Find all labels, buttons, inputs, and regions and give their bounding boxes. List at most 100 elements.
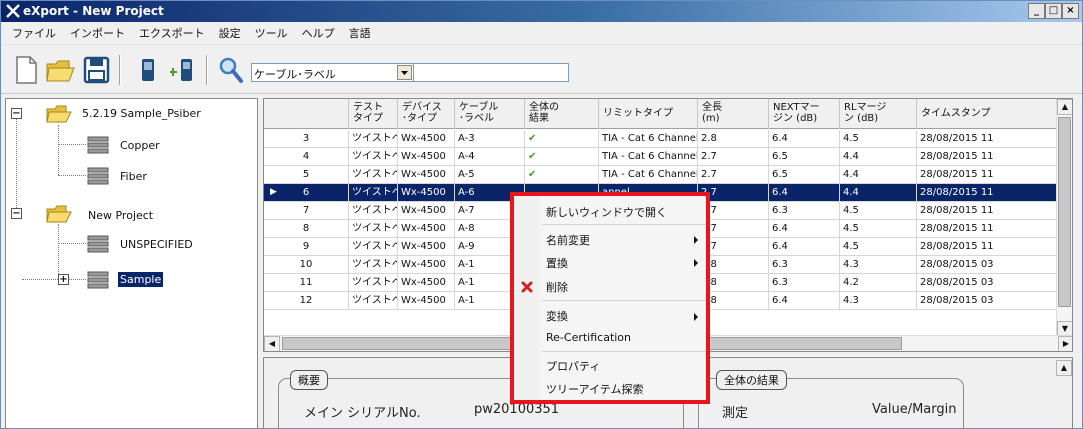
menu-settings[interactable]: 設定 [212,25,248,41]
header-overall-result[interactable]: 全体の 結果 [525,99,599,129]
cell-device-type: Wx-4500 [398,148,455,166]
main-serial-label: メイン シリアルNo. [304,406,421,421]
header-cable-label[interactable]: ケーブル ･ラベル [455,99,525,129]
collapse-toggle[interactable]: − [11,208,22,219]
menu-tree-search[interactable]: ツリーアイテム探索 [546,381,643,397]
scroll-up-icon[interactable]: ▲ [1057,99,1072,115]
cell-overall-result: ✔ [525,130,599,148]
maximize-button[interactable]: □ [1045,3,1062,19]
cell-length: 2.8 [698,130,769,148]
tree-connector [58,175,86,176]
scroll-up-icon[interactable]: ▲ [1056,360,1072,376]
delete-icon [521,281,533,293]
dropdown-arrow-icon[interactable] [397,65,412,80]
folder-icon [46,105,72,123]
scroll-right-icon[interactable]: ▶ [1058,336,1072,351]
tree-item-project2[interactable]: New Project [86,208,155,223]
header-test-type[interactable]: テスト タイプ [349,99,398,129]
menu-file[interactable]: ファイル [5,25,63,41]
measure-label: 測定 [722,406,749,421]
cell-next-margin: 6.5 [769,166,840,184]
table-row[interactable]: 3ツイストペアWx-4500A-3✔TIA - Cat 6 Channel2.8… [264,130,1057,148]
cell-next-margin: 6.3 [769,202,840,220]
cell-timestamp: 28/08/2015 11 [917,166,1057,184]
cell-overall-result: ✔ [525,166,599,184]
expand-toggle[interactable]: + [58,274,69,285]
search-icon[interactable] [215,54,245,86]
tree-item-unspecified[interactable]: UNSPECIFIED [118,237,195,252]
filter-field-select[interactable]: ケーブル･ラベル [251,63,414,82]
header-limit-type[interactable]: リミットタイプ [599,99,698,129]
menu-properties[interactable]: プロパティ [546,358,600,374]
cell-rownum: 12 [264,292,349,310]
cell-test-type: ツイストペア [349,202,398,220]
menu-tools[interactable]: ツール [248,25,295,41]
minimize-button[interactable]: _ [1028,3,1045,19]
menu-export[interactable]: エクスポート [132,25,212,41]
menu-delete[interactable]: 削除 [546,279,568,295]
header-device-type[interactable]: デバイス ･タイプ [398,99,455,129]
cell-overall-result: ✔ [525,148,599,166]
table-row[interactable]: 4ツイストペアWx-4500A-4✔TIA - Cat 6 Channel2.7… [264,148,1057,166]
cell-test-type: ツイストペア [349,256,398,274]
menu-open-new-window[interactable]: 新しいウィンドウで開く [546,204,667,220]
tree-item-sample[interactable]: Sample [118,272,164,287]
context-menu-gutter [514,196,540,400]
cell-next-margin: 6.4 [769,220,840,238]
device-sync-icon[interactable] [167,54,197,86]
vertical-scrollbar[interactable]: ▲ ▼ [1056,99,1072,337]
search-input[interactable] [413,63,569,82]
cell-rl-margin: 4.3 [840,256,917,274]
cell-rl-margin: 4.5 [840,238,917,256]
cell-rl-margin: 4.5 [840,220,917,238]
tree-item-fiber[interactable]: Fiber [118,169,149,184]
menu-replace[interactable]: 置換 [546,255,568,271]
menu-recertification[interactable]: Re-Certification [546,331,631,344]
tree-item-project1[interactable]: 5.2.19 Sample_Psiber [80,106,203,121]
menu-convert[interactable]: 変換 [546,308,568,324]
menu-bar: ファイル インポート エクスポート 設定 ツール ヘルプ 言語 [1,22,1082,44]
tree-connector [16,119,17,212]
scroll-left-icon[interactable]: ◀ [264,336,280,351]
cell-device-type: Wx-4500 [398,166,455,184]
app-window: eXport - New Project _ □ × ファイル インポート エク… [0,0,1083,429]
cell-rownum: 3 [264,130,349,148]
cell-device-type: Wx-4500 [398,274,455,292]
main-serial-value: pw20100351 [474,402,560,417]
cell-test-type: ツイストペア [349,220,398,238]
scroll-thumb[interactable] [1058,117,1071,307]
cell-rl-margin: 4.3 [840,292,917,310]
cell-rownum: 5 [264,166,349,184]
cell-rownum: 10 [264,256,349,274]
close-button[interactable]: × [1062,3,1079,19]
tree-item-copper[interactable]: Copper [118,138,162,153]
menu-language[interactable]: 言語 [342,25,378,41]
collapse-toggle[interactable]: − [11,108,22,119]
cell-timestamp: 28/08/2015 03 [917,292,1057,310]
save-icon[interactable] [81,54,111,86]
new-file-icon[interactable] [11,54,41,86]
menu-import[interactable]: インポート [63,25,132,41]
header-rownum[interactable] [264,99,349,129]
cell-rl-margin: 4.5 [840,130,917,148]
cable-bundle-icon [87,167,109,185]
open-folder-icon[interactable] [45,54,75,86]
cell-limit-type: TIA - Cat 6 Channel [599,130,698,148]
cell-timestamp: 28/08/2015 03 [917,256,1057,274]
filter-field-value: ケーブル･ラベル [254,68,336,81]
cell-test-type: ツイストペア [349,166,398,184]
cell-timestamp: 28/08/2015 11 [917,220,1057,238]
cell-rownum: 4 [264,148,349,166]
menu-help[interactable]: ヘルプ [295,25,342,41]
submenu-arrow-icon [694,236,698,244]
menu-rename[interactable]: 名前変更 [546,232,590,248]
header-length[interactable]: 全長 (m) [698,99,769,129]
cell-rl-margin: 4.2 [840,274,917,292]
header-timestamp[interactable]: タイムスタンプ [917,99,1057,129]
header-rl-margin[interactable]: RLマージン (dB) [840,99,917,129]
header-next-margin[interactable]: NEXTマー ジン (dB) [769,99,840,129]
cell-timestamp: 28/08/2015 11 [917,202,1057,220]
table-row[interactable]: 5ツイストペアWx-4500A-5✔TIA - Cat 6 Channel2.7… [264,166,1057,184]
device-icon[interactable] [133,54,163,86]
cell-test-type: ツイストペア [349,184,398,202]
